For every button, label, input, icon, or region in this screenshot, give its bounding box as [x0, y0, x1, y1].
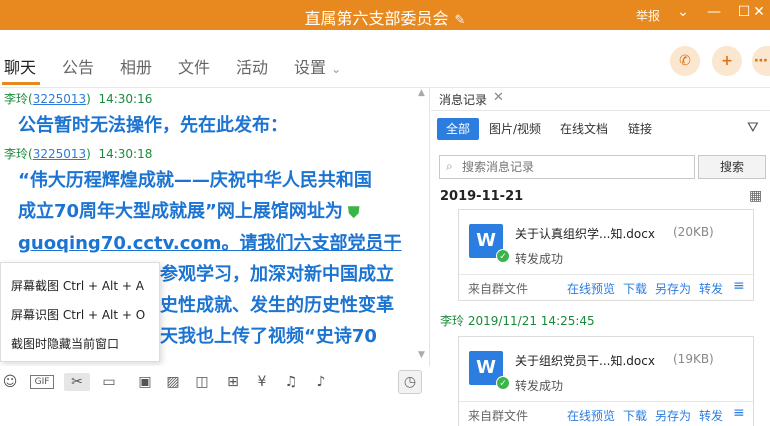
menu-item-hide-window[interactable]: 截图时隐藏当前窗口: [11, 335, 119, 352]
file-card[interactable]: W ✓ 关于认真组织学...知.docx (20KB) 转发成功 来自群文件 在…: [458, 209, 754, 301]
scroll-up-arrow[interactable]: ▲: [418, 88, 425, 98]
menu-icon[interactable]: ≡: [733, 278, 745, 294]
bag-icon[interactable]: ◫: [192, 373, 212, 391]
message-line-text: 成立70周年大型成就展”网上展馆网址为: [18, 201, 343, 222]
filter-icon[interactable]: ⛛: [747, 120, 759, 136]
tab-files[interactable]: 文件: [178, 54, 210, 78]
download-link[interactable]: 下载: [623, 407, 647, 424]
forward-link[interactable]: 转发: [699, 407, 723, 424]
file-sender-line: 李玲 2019/11/21 14:25:45: [440, 314, 595, 328]
gif-icon[interactable]: GIF: [30, 375, 54, 389]
active-tab-indicator: [2, 82, 40, 85]
history-tab-label[interactable]: 消息记录: [439, 91, 487, 108]
filter-online-docs[interactable]: 在线文档: [551, 118, 617, 140]
sender-name[interactable]: 李玲: [4, 92, 28, 106]
download-link[interactable]: 下载: [623, 280, 647, 297]
bell-icon[interactable]: ♫: [281, 373, 301, 391]
close-icon[interactable]: ✕: [493, 90, 504, 105]
phone-call-button[interactable]: ✆: [670, 46, 700, 76]
preview-online-link[interactable]: 在线预览: [567, 407, 615, 424]
history-search-input[interactable]: [462, 158, 690, 176]
message-time: 14:30:18: [98, 147, 153, 161]
divider: [431, 110, 770, 111]
file-status: 转发成功: [515, 252, 564, 266]
file-name[interactable]: 关于组织党员干...知.docx: [515, 352, 655, 369]
image-icon[interactable]: ▣: [135, 373, 155, 391]
window-title-text: 直属第六支部委员会: [304, 9, 449, 28]
emoji-icon[interactable]: ☺: [0, 373, 20, 391]
preview-online-link[interactable]: 在线预览: [567, 280, 615, 297]
divider: [459, 274, 753, 275]
save-as-link[interactable]: 另存为: [655, 280, 691, 297]
search-icon: ⌕: [446, 159, 453, 173]
filter-all[interactable]: 全部: [437, 118, 480, 140]
tab-activities[interactable]: 活动: [236, 54, 268, 78]
scroll-down-arrow[interactable]: ▼: [418, 350, 425, 360]
red-packet-icon[interactable]: ¥: [252, 373, 272, 391]
search-button[interactable]: 搜索: [698, 155, 766, 179]
file-status: 转发成功: [515, 379, 564, 393]
menu-item-screenshot[interactable]: 屏幕截图 Ctrl + Alt + A: [11, 277, 144, 294]
link-text[interactable]: guoqing70.cctv.com。请我们六支部党员干: [18, 233, 402, 254]
report-link[interactable]: 举报: [636, 7, 660, 24]
message-header: 李玲(3225013) 14:30:16: [4, 92, 153, 106]
message-line: 成立70周年大型成就展”网上展馆网址为 ⛊: [18, 196, 410, 228]
filter-images-videos[interactable]: 图片/视频: [480, 118, 550, 140]
history-search-box[interactable]: ⌕: [439, 155, 695, 179]
music-icon[interactable]: ♪: [311, 373, 331, 391]
chevron-down-icon: ⌄: [331, 62, 342, 76]
tab-album[interactable]: 相册: [120, 54, 152, 78]
input-toolbar: ☺ GIF ✂ ▭ ▣ ▨ ◫ ⊞ ¥ ♫ ♪ ◷: [0, 366, 430, 396]
message-line: “伟大历程辉煌成就——庆祝中华人民共和国: [18, 170, 372, 191]
dropdown-icon[interactable]: ⌄: [673, 4, 693, 20]
save-as-link[interactable]: 另存为: [655, 407, 691, 424]
more-button[interactable]: ⋯: [752, 46, 770, 76]
message-time: 14:30:16: [98, 92, 153, 106]
gift-icon[interactable]: ⊞: [223, 373, 243, 391]
title-bar: 直属第六支部委员会 ✎ 举报 ⌄ — ☐ ✕: [0, 0, 770, 30]
menu-icon[interactable]: ≡: [733, 405, 745, 421]
file-name[interactable]: 关于认真组织学...知.docx: [515, 225, 655, 242]
file-size: (20KB): [673, 225, 714, 239]
tab-chat[interactable]: 聊天: [4, 54, 36, 78]
message-history-panel: 消息记录 ✕ 全部 图片/视频 在线文档 链接 ⛛ ⌕ 搜索 2019-11-2…: [431, 88, 770, 426]
message-text: 公告暂时无法操作，先在此发布：: [18, 115, 288, 136]
message-input-area[interactable]: [0, 396, 430, 426]
tab-announcement[interactable]: 公告: [62, 54, 94, 78]
image-search-icon[interactable]: ▨: [163, 373, 183, 391]
success-check-icon: ✓: [496, 249, 510, 263]
message-header: 李玲(3225013) 14:30:18: [4, 147, 153, 161]
menu-item-screen-recognition[interactable]: 屏幕识图 Ctrl + Alt + O: [11, 306, 145, 323]
file-source: 来自群文件: [468, 282, 529, 296]
verified-shield-icon: ⛊: [342, 203, 360, 221]
tab-settings[interactable]: 设置 ⌄: [294, 54, 341, 78]
add-app-button[interactable]: +: [712, 46, 742, 76]
file-card[interactable]: W ✓ 关于组织党员干...知.docx (19KB) 转发成功 来自群文件 在…: [458, 336, 754, 426]
nav-bar: 聊天 公告 相册 文件 活动 设置 ⌄ ✆ + ⋯: [0, 30, 770, 88]
scissors-icon[interactable]: ✂: [64, 373, 90, 391]
screenshot-context-menu: 屏幕截图 Ctrl + Alt + A 屏幕识图 Ctrl + Alt + O …: [0, 262, 160, 362]
forward-link[interactable]: 转发: [699, 280, 723, 297]
folder-icon[interactable]: ▭: [99, 373, 119, 391]
date-header: 2019-11-21: [440, 189, 524, 204]
sender-name[interactable]: 李玲: [4, 147, 28, 161]
sender-qq[interactable]: 3225013: [33, 92, 86, 106]
close-icon[interactable]: ✕: [750, 4, 768, 20]
message-history-clock-button[interactable]: ◷: [398, 370, 422, 394]
message-line[interactable]: guoqing70.cctv.com。请我们六支部党员干: [18, 228, 410, 259]
calendar-icon[interactable]: ▦: [749, 188, 762, 204]
minimize-icon[interactable]: —: [704, 4, 724, 20]
filter-links[interactable]: 链接: [619, 118, 661, 140]
file-source: 来自群文件: [468, 409, 529, 423]
edit-icon[interactable]: ✎: [455, 13, 466, 28]
divider: [459, 401, 753, 402]
tab-settings-label: 设置: [294, 58, 327, 77]
success-check-icon: ✓: [496, 376, 510, 390]
sender-qq[interactable]: 3225013: [33, 147, 86, 161]
file-size: (19KB): [673, 352, 714, 366]
